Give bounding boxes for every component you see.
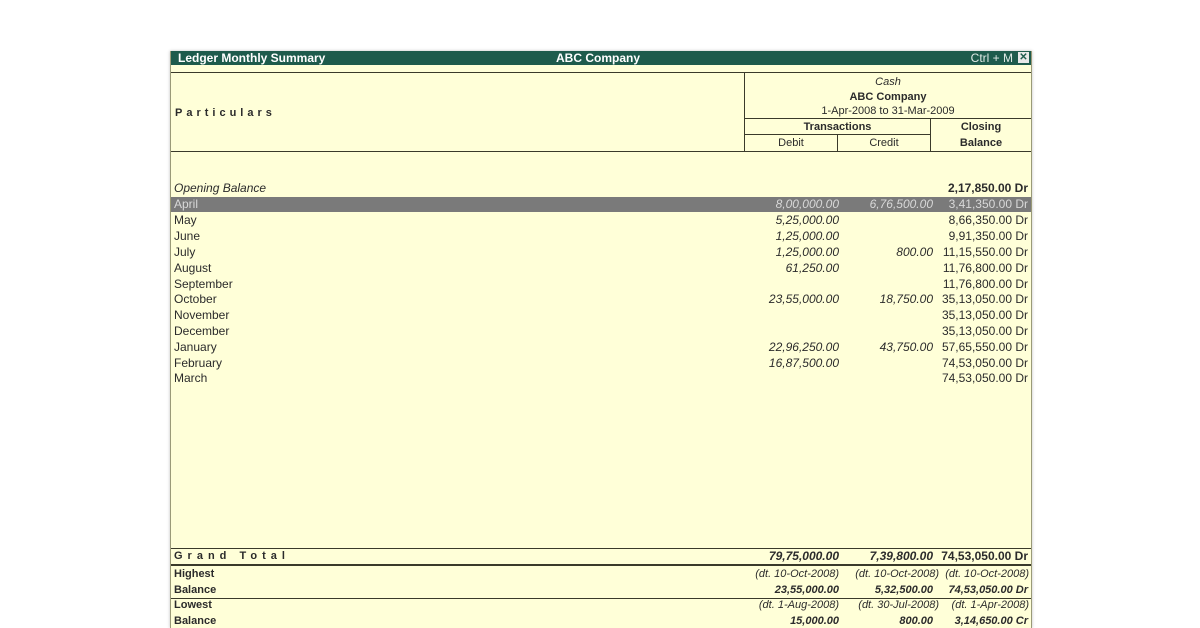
table-row[interactable]: March 74,53,050.00 Dr [171, 371, 1031, 386]
table-row[interactable]: January 22,96,250.00 43,750.00 57,65,550… [171, 340, 1031, 355]
highest-balance-label: Balance [174, 584, 217, 596]
balance-cell: 74,53,050.00 Dr [941, 371, 1028, 385]
credit-cell: 43,750.00 [879, 340, 933, 354]
title-bar: Ledger Monthly Summary ABC Company Ctrl … [171, 51, 1031, 65]
highest-credit-date: (dt. 10-Oct-2008) [855, 568, 939, 580]
opening-balance-label: Opening Balance [174, 181, 267, 195]
month-label: August [174, 261, 212, 275]
balance-cell: 11,76,800.00 Dr [942, 277, 1028, 291]
highest-debit: 23,55,000.00 [774, 584, 839, 596]
highest-balance-date: (dt. 10-Oct-2008) [945, 568, 1029, 580]
highest-dates-row: Highest (dt. 10-Oct-2008) (dt. 10-Oct-20… [171, 567, 1031, 582]
debit-cell: 16,87,500.00 [768, 356, 839, 370]
debit-cell: 1,25,000.00 [775, 245, 839, 259]
credit-cell: 18,750.00 [879, 292, 933, 306]
month-label: May [174, 213, 197, 227]
debit-cell: 22,96,250.00 [768, 340, 839, 354]
credit-cell: 800.00 [896, 245, 933, 259]
table-row[interactable]: December 35,13,050.00 Dr [171, 324, 1031, 339]
particulars-heading: Particulars [175, 107, 276, 119]
highest-values-row: Balance 23,55,000.00 5,32,500.00 74,53,0… [171, 583, 1031, 598]
header-bottom-rule [171, 151, 1031, 152]
balance-cell: 57,65,550.00 Dr [941, 340, 1028, 354]
grand-total-row: Grand Total 79,75,000.00 7,39,800.00 74,… [171, 549, 1031, 564]
report-period: 1-Apr-2008 to 31-Mar-2009 [821, 105, 955, 117]
debit-cell: 23,55,000.00 [768, 292, 839, 306]
table-row[interactable]: September 11,76,800.00 Dr [171, 277, 1031, 292]
credit-cell: 6,76,500.00 [869, 197, 933, 211]
ledger-name: Cash [875, 76, 901, 88]
credit-heading: Credit [869, 137, 899, 149]
opening-balance-row: Opening Balance 2,17,850.00 Dr [171, 181, 1031, 196]
ledger-company: ABC Company [849, 91, 927, 103]
grand-total-label: Grand Total [174, 550, 290, 562]
grand-total-credit: 7,39,800.00 [869, 549, 933, 563]
table-row[interactable]: October 23,55,000.00 18,750.00 35,13,050… [171, 292, 1031, 307]
month-label: March [174, 371, 208, 385]
lowest-credit-date: (dt. 30-Jul-2008) [858, 599, 939, 611]
highest-credit: 5,32,500.00 [874, 584, 933, 596]
report-title: Ledger Monthly Summary [178, 51, 326, 65]
highest-balance: 74,53,050.00 Dr [948, 584, 1028, 596]
closing-heading: Closing [960, 121, 1002, 133]
month-label: November [174, 308, 230, 322]
lowest-values-row: Balance 15,000.00 800.00 3,14,650.00 Cr [171, 614, 1031, 628]
lowest-balance-date: (dt. 1-Apr-2008) [951, 599, 1029, 611]
balance-cell: 74,53,050.00 Dr [941, 356, 1028, 370]
shortcut-hint[interactable]: Ctrl + M [971, 51, 1013, 65]
lowest-credit: 800.00 [899, 615, 933, 627]
grand-total-balance: 74,53,050.00 Dr [941, 549, 1028, 563]
debit-cell: 8,00,000.00 [775, 197, 839, 211]
debit-cell: 1,25,000.00 [775, 229, 839, 243]
table-row[interactable]: August 61,250.00 11,76,800.00 Dr [171, 261, 1031, 276]
debit-cell: 5,25,000.00 [775, 213, 839, 227]
balance-cell: 8,66,350.00 Dr [948, 213, 1028, 227]
table-row[interactable]: November 35,13,050.00 Dr [171, 308, 1031, 323]
lowest-dates-row: Lowest (dt. 1-Aug-2008) (dt. 30-Jul-2008… [171, 598, 1031, 613]
debit-heading: Debit [778, 137, 804, 149]
balance-cell: 9,91,350.00 Dr [948, 229, 1028, 243]
month-label: September [174, 277, 233, 291]
lowest-label: Lowest [174, 599, 212, 611]
table-row[interactable]: April 8,00,000.00 6,76,500.00 3,41,350.0… [171, 197, 1031, 212]
month-label: July [174, 245, 196, 259]
ledger-monthly-summary-window: Ledger Monthly Summary ABC Company Ctrl … [170, 51, 1032, 628]
header-top-rule [171, 72, 1031, 73]
month-label: February [174, 356, 223, 370]
table-row[interactable]: February 16,87,500.00 74,53,050.00 Dr [171, 356, 1031, 371]
lowest-balance-label: Balance [174, 615, 217, 627]
balance-cell: 35,13,050.00 Dr [941, 308, 1028, 322]
grand-total-debit: 79,75,000.00 [768, 549, 839, 563]
close-icon[interactable]: ✕ [1018, 52, 1029, 63]
transactions-heading: Transactions [803, 121, 872, 133]
balance-cell: 35,13,050.00 Dr [941, 324, 1028, 338]
month-label: December [174, 324, 230, 338]
debit-cell: 61,250.00 [785, 261, 839, 275]
highest-label: Highest [174, 568, 215, 580]
transactions-rule [744, 118, 1031, 119]
balance-cell: 35,13,050.00 Dr [941, 292, 1028, 306]
month-label: October [174, 292, 217, 306]
lowest-balance: 3,14,650.00 Cr [954, 615, 1028, 627]
opening-balance-value: 2,17,850.00 Dr [947, 181, 1028, 195]
month-label: April [174, 197, 199, 211]
grand-total-bottom-rule [171, 564, 1031, 566]
table-row[interactable]: May 5,25,000.00 8,66,350.00 Dr [171, 213, 1031, 228]
company-name: ABC Company [556, 51, 641, 65]
lowest-debit-date: (dt. 1-Aug-2008) [758, 599, 839, 611]
balance-cell: 11,76,800.00 Dr [942, 261, 1028, 275]
month-label: June [174, 229, 201, 243]
table-row[interactable]: July 1,25,000.00 800.00 11,15,550.00 Dr [171, 245, 1031, 260]
balance-cell: 3,41,350.00 Dr [948, 197, 1028, 211]
balance-cell: 11,15,550.00 Dr [942, 245, 1028, 259]
table-row[interactable]: June 1,25,000.00 9,91,350.00 Dr [171, 229, 1031, 244]
balance-heading: Balance [959, 137, 1003, 149]
lowest-debit: 15,000.00 [790, 615, 839, 627]
highest-debit-date: (dt. 10-Oct-2008) [755, 568, 839, 580]
month-label: January [174, 340, 217, 354]
